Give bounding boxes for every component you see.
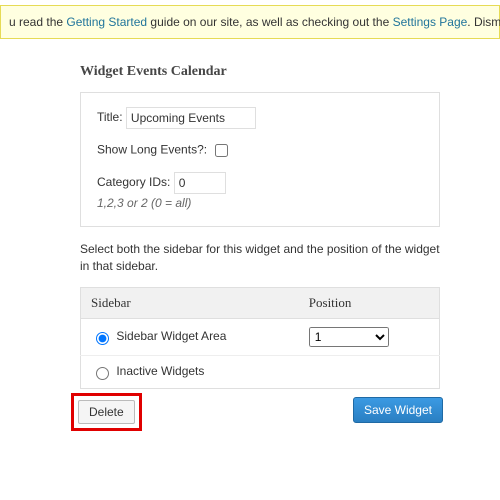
sidebar-option[interactable]: Inactive Widgets <box>91 364 204 378</box>
save-widget-button[interactable]: Save Widget <box>353 397 443 423</box>
notice-text-pre: u read the <box>9 15 66 29</box>
category-hint: 1,2,3 or 2 (0 = all) <box>97 196 423 210</box>
sidebar-option-label: Sidebar Widget Area <box>116 329 226 343</box>
long-events-label: Show Long Events?: <box>97 143 207 157</box>
col-sidebar: Sidebar <box>81 287 299 318</box>
sidebar-table: Sidebar Position Sidebar Widget Area 1 <box>80 287 440 389</box>
widget-settings-box: Title: Show Long Events?: Category IDs: … <box>80 92 440 227</box>
sidebar-radio[interactable] <box>96 367 109 380</box>
title-label: Title: <box>97 110 123 124</box>
widget-heading: Widget Events Calendar <box>80 64 440 80</box>
sidebar-radio[interactable] <box>96 332 109 345</box>
col-position: Position <box>299 287 440 318</box>
widget-editor: Widget Events Calendar Title: Show Long … <box>80 64 440 439</box>
long-events-row: Show Long Events?: <box>97 141 423 160</box>
settings-page-link[interactable]: Settings Page <box>393 15 468 29</box>
category-input[interactable] <box>174 172 226 194</box>
placement-description: Select both the sidebar for this widget … <box>80 241 440 275</box>
sidebar-option-label: Inactive Widgets <box>116 364 204 378</box>
getting-started-link[interactable]: Getting Started <box>66 15 147 29</box>
category-row: Category IDs: 1,2,3 or 2 (0 = all) <box>97 172 423 210</box>
table-row: Inactive Widgets <box>81 355 440 388</box>
title-input[interactable] <box>126 107 256 129</box>
table-row: Sidebar Widget Area 1 <box>81 318 440 355</box>
position-select[interactable]: 1 <box>309 327 389 347</box>
title-row: Title: <box>97 107 423 129</box>
delete-button[interactable]: Delete <box>78 400 135 424</box>
notice-text-mid: guide on our site, as well as checking o… <box>147 15 392 29</box>
admin-notice: u read the Getting Started guide on our … <box>0 5 500 39</box>
notice-text-post: . Dism <box>467 15 500 29</box>
delete-highlight-box: Delete <box>71 393 142 431</box>
widget-actions: Delete Save Widget <box>80 399 440 439</box>
long-events-checkbox[interactable] <box>215 144 228 157</box>
sidebar-option[interactable]: Sidebar Widget Area <box>91 329 226 343</box>
category-label: Category IDs: <box>97 175 170 189</box>
